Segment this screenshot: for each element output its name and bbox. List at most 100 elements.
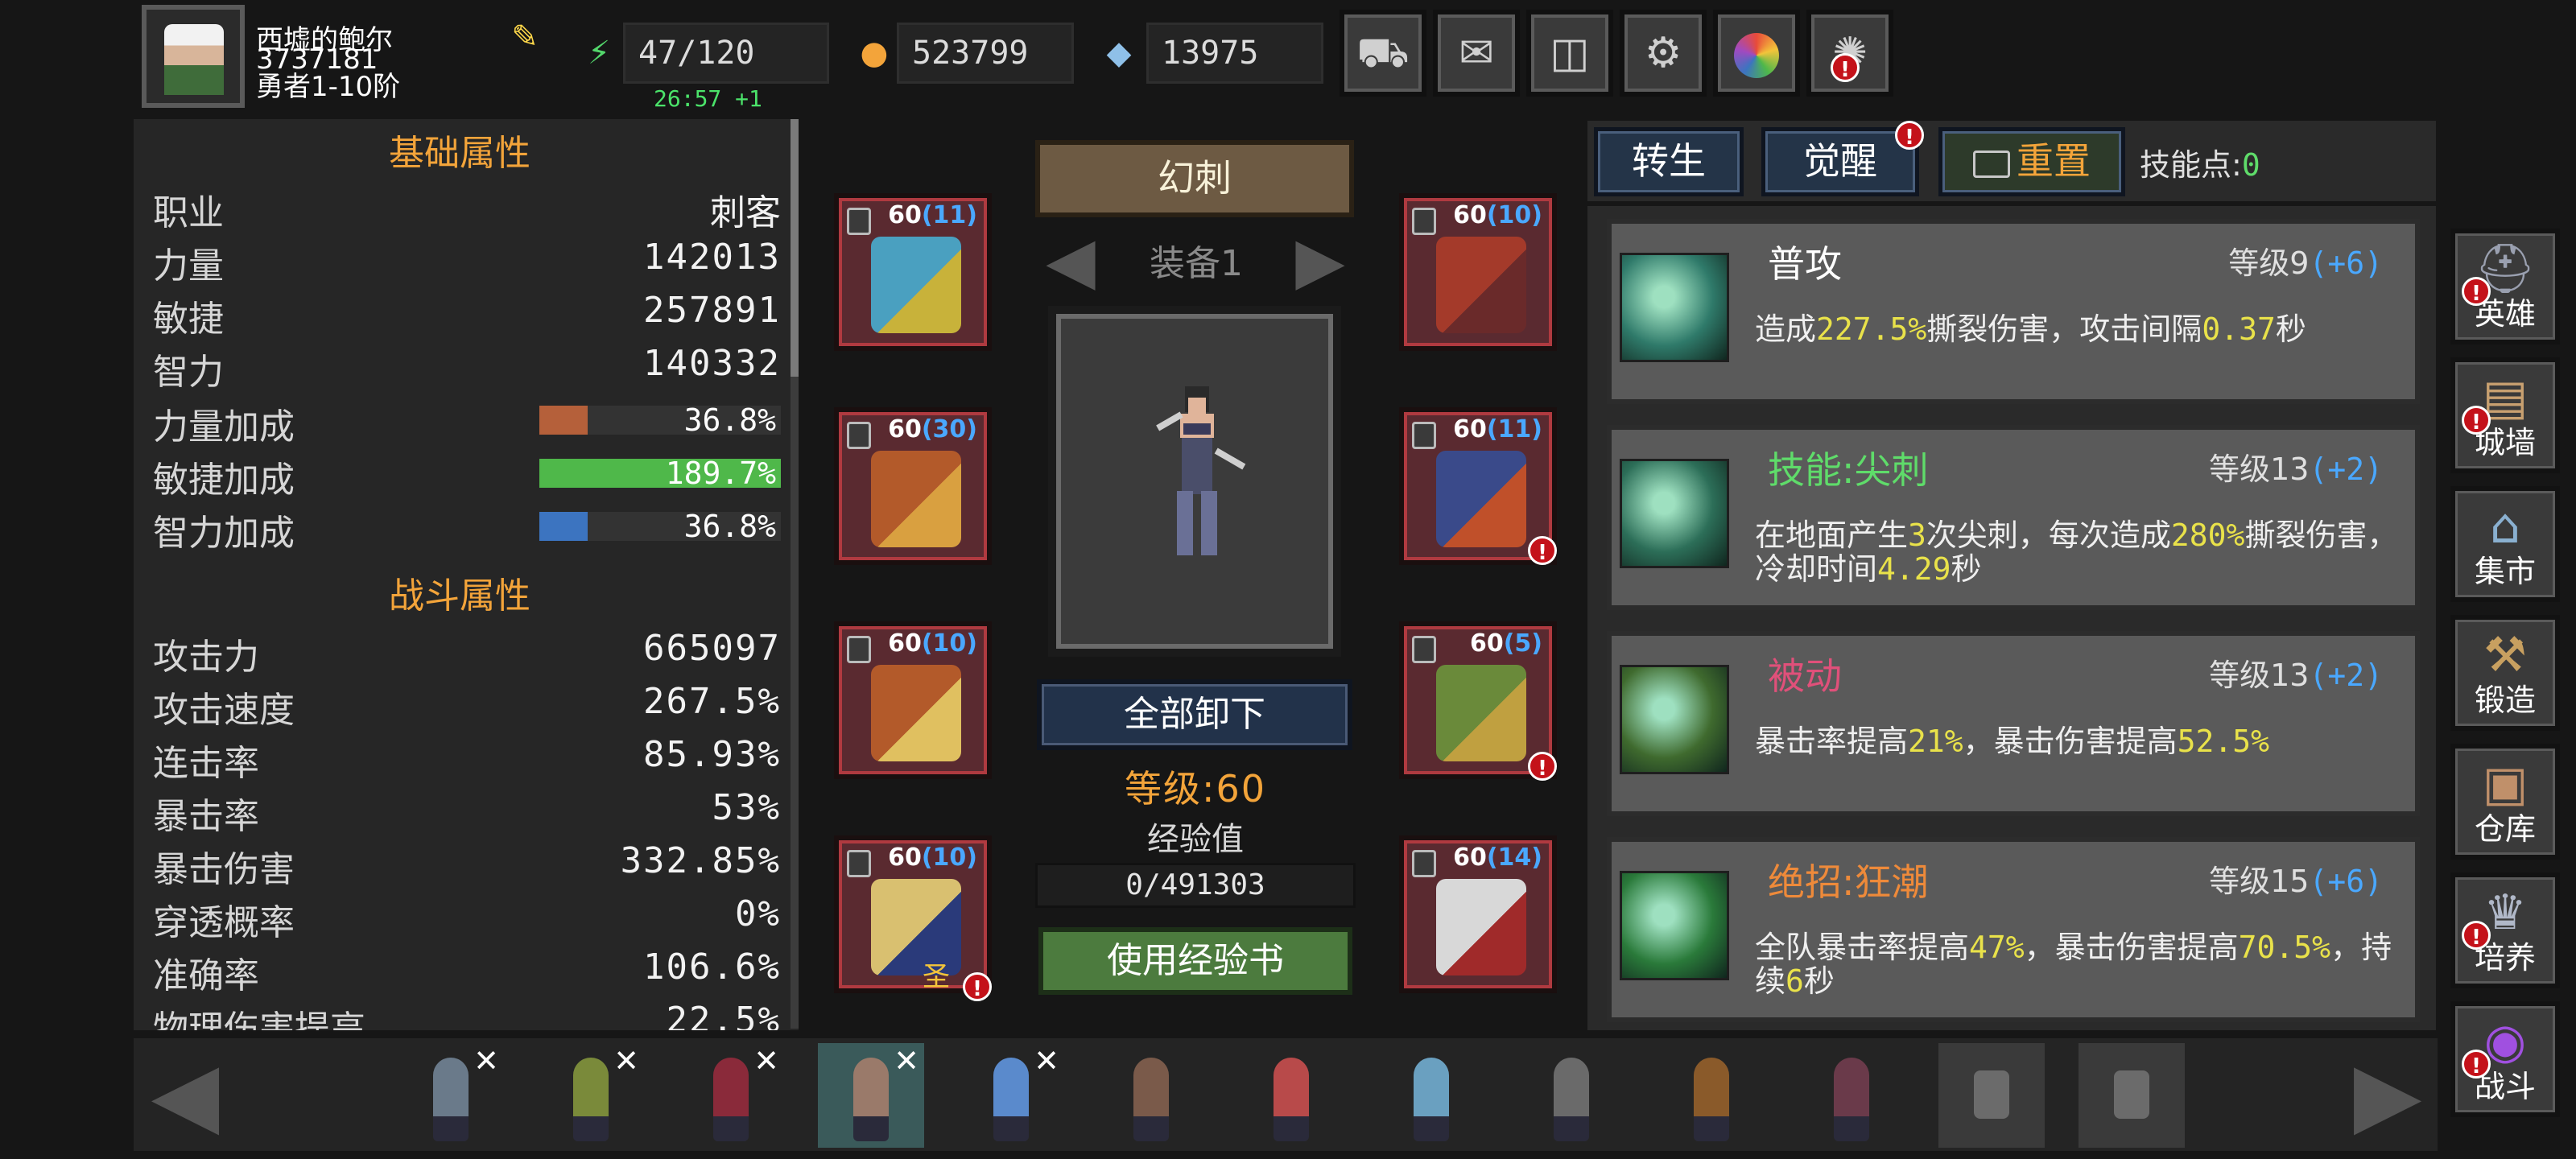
hero-locked-2[interactable] (2079, 1043, 2185, 1148)
skill-level-value: 等级13 (2209, 452, 2310, 487)
nav-portal[interactable]: ◉ 战斗! (2450, 1001, 2560, 1117)
combat-stat-name: 物理伤害提高 (153, 1008, 365, 1030)
next-set-arrow-icon[interactable]: ▶ (1280, 227, 1360, 295)
combat-stat-value: 267.5% (643, 681, 781, 722)
crown-slot[interactable]: 60(11) (834, 193, 992, 351)
bonus-value: 36.8% (683, 402, 776, 438)
bonus-row: 敏捷加成 189.7% (153, 451, 781, 501)
nav-market[interactable]: ⌂ 集市 (2450, 486, 2560, 602)
skill-points: 技能点:0 (2140, 140, 2260, 184)
assassin-figure-icon (1156, 386, 1246, 555)
boots-slot[interactable]: 60(10) (834, 835, 992, 993)
fireworks-icon[interactable]: ✺ (1806, 10, 1893, 97)
hero-mage-red[interactable]: ✕ (678, 1043, 784, 1148)
skill-name: 技能:尖刺 (1768, 448, 1929, 492)
equip-enhance-value: (5) (1503, 629, 1542, 658)
nav-wall[interactable]: ▤ 城墙! (2450, 357, 2560, 473)
pants-slot[interactable]: 60(10) (834, 621, 992, 779)
equipment-art-icon (1436, 665, 1526, 761)
hero-figure-icon (713, 1058, 749, 1141)
settings-gear-icon[interactable]: ⚙ (1620, 10, 1707, 97)
skill-card[interactable]: 技能:尖刺 等级13(+2) 在地面产生3次尖刺，每次造成280%撕裂伤害，冷却时间… (1607, 425, 2420, 610)
amulet-slot[interactable]: 60(10) (1399, 193, 1557, 351)
bonus-row: 智力加成 36.8% (153, 504, 781, 554)
attributes-panel[interactable]: 基础属性 职业 刺客 力量 142013 敏捷 257891 智力 140332 力量加成 36… (134, 119, 799, 1030)
skill-number: 0.37 (2202, 311, 2276, 347)
gem-counter: 13975 (1146, 23, 1323, 84)
attribute-name: 智力 (153, 352, 224, 393)
prev-set-arrow-icon[interactable]: ◀ (1030, 227, 1111, 295)
hero-figure-icon (1133, 1058, 1169, 1141)
skill-description: 暴击率提高21%，暴击伤害提高52.5% (1755, 724, 2407, 758)
use-exp-book-button[interactable]: 使用经验书 (1038, 927, 1352, 995)
crossed-swords-icon: ✕ (1034, 1043, 1059, 1079)
skill-points-value: 0 (2241, 147, 2260, 183)
nav-chest[interactable]: ▣ 仓库 (2450, 744, 2560, 860)
skill-card[interactable]: 普攻 等级9(+6) 造成227.5%撕裂伤害，攻击间隔0.37秒 (1607, 219, 2420, 404)
gem-icon[interactable]: ◆ (1098, 32, 1140, 74)
skill-card[interactable]: 被动 等级13(+2) 暴击率提高21%，暴击伤害提高52.5% (1607, 631, 2420, 816)
hero-priestess[interactable] (1238, 1043, 1344, 1148)
hero-dark-knight[interactable] (1798, 1043, 1905, 1148)
equip-level-value: 60 (1453, 843, 1487, 872)
equipment-art-icon (1436, 879, 1526, 975)
gamepad-icon[interactable]: ◫ (1526, 10, 1613, 97)
nav-helmet[interactable]: ⛑ 英雄! (2450, 229, 2560, 344)
armor-slot[interactable]: 60(30) (834, 407, 992, 565)
skill-text: ，暴击伤害提高 (1963, 724, 2178, 759)
prev-hero-arrow-icon[interactable]: ◀ (137, 1041, 233, 1146)
hero-ice-mage[interactable]: ✕ (958, 1043, 1064, 1148)
bonus-value: 189.7% (665, 456, 776, 491)
skill-card[interactable]: 绝招:狂潮 等级15(+6) 全队暴击率提高47%，暴击伤害提高70.5%，持续6秒 (1607, 837, 2420, 1022)
edit-icon[interactable]: ✎ (506, 18, 544, 56)
crossed-swords-icon: ✕ (613, 1043, 639, 1079)
hero-figure-icon (1414, 1058, 1449, 1141)
combat-stat-value: 85.93% (643, 734, 781, 775)
unequip-all-button[interactable]: 全部卸下 (1037, 679, 1352, 750)
rebirth-button[interactable]: 转生 (1594, 127, 1744, 196)
gold-icon[interactable]: ● (853, 32, 895, 74)
reset-button[interactable]: 重置 (1938, 127, 2125, 196)
weapon-slot[interactable]: 60(14) (1399, 835, 1557, 993)
hero-old-wizard[interactable] (1518, 1043, 1624, 1148)
hero-locked-1[interactable] (1938, 1043, 2045, 1148)
hero-knight[interactable]: ✕ (398, 1043, 504, 1148)
player-avatar[interactable] (142, 5, 245, 108)
lock-icon (1412, 636, 1436, 663)
skill-level-bonus: (+6) (2309, 245, 2383, 281)
equipment-art-icon (871, 451, 961, 547)
reset-label: 重置 (2017, 139, 2091, 183)
combat-stat-name: 攻击力 (153, 637, 259, 678)
attributes-scroll-thumb[interactable] (791, 119, 799, 377)
combat-stat-value: 106.6% (643, 947, 781, 988)
combat-stat-value: 332.85% (620, 840, 781, 881)
equipment-art-icon (1436, 451, 1526, 547)
equip-level: 60(11) (1453, 415, 1542, 443)
skill-number: 21% (1908, 724, 1963, 759)
nav-trophy[interactable]: ♛ 培养! (2450, 872, 2560, 988)
cart-icon[interactable]: ⛟ (1340, 10, 1426, 97)
hero-archer[interactable]: ✕ (538, 1043, 644, 1148)
color-wheel-icon[interactable] (1713, 10, 1800, 97)
hero-warrior[interactable] (1658, 1043, 1765, 1148)
nav-label: 锻造 (2474, 683, 2536, 718)
lock-icon (2114, 1070, 2149, 1119)
skill-level-bonus: (+6) (2309, 864, 2383, 899)
equip-level: 60(10) (1453, 201, 1542, 229)
hero-frost-spirit[interactable] (1378, 1043, 1484, 1148)
player-title: 勇者1-10阶 (256, 71, 401, 103)
hero-figure-icon (853, 1058, 889, 1141)
skill-number: 52.5% (2177, 724, 2270, 759)
mail-icon[interactable]: ✉ (1433, 10, 1520, 97)
skill-points-label: 技能点: (2140, 147, 2242, 183)
basic-attributes-title: 基础属性 (389, 133, 530, 174)
nav-anvil[interactable]: ⚒ 锻造 (2450, 615, 2560, 731)
crossed-swords-icon: ✕ (894, 1043, 919, 1079)
equip-enhance-value: (11) (921, 201, 977, 229)
hero-gunner[interactable] (1098, 1043, 1204, 1148)
hero-assassin[interactable]: ✕ (818, 1043, 924, 1148)
combat-stat-row: 准确率 106.6% (153, 947, 781, 996)
alert-icon: ! (1528, 752, 1557, 781)
next-hero-arrow-icon[interactable]: ▶ (2339, 1041, 2436, 1146)
skill-level: 等级13(+2) (2209, 444, 2383, 489)
